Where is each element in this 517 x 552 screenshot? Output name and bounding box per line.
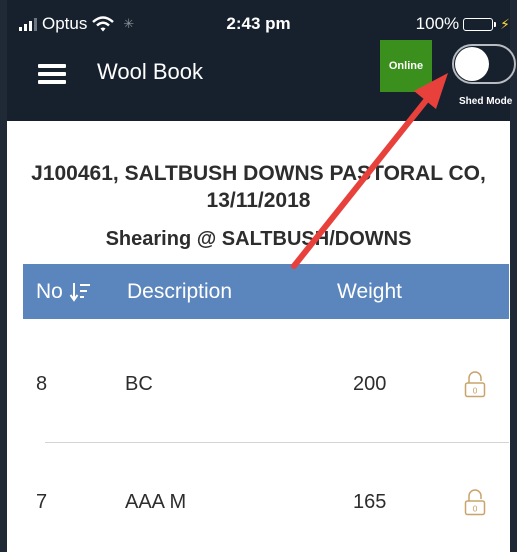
online-status-badge: Online <box>380 40 432 92</box>
row-divider <box>45 442 509 443</box>
sort-descending-icon <box>69 283 90 302</box>
battery-percent: 100% <box>415 14 460 33</box>
column-header-weight[interactable]: Weight <box>337 280 402 304</box>
status-bar: Optus ✳ 2:43 pm 100% ⚡ <box>7 0 510 50</box>
charging-icon: ⚡ <box>500 15 510 32</box>
hamburger-icon[interactable] <box>38 64 66 84</box>
job-subtitle: Shearing @ SALTBUSH/DOWNS <box>105 228 412 250</box>
row-no: 8 <box>36 373 48 395</box>
column-header-no-label: No <box>36 280 63 303</box>
status-right: 100% ⚡ <box>416 14 510 34</box>
column-header-description[interactable]: Description <box>127 280 232 304</box>
column-header-no[interactable]: No <box>36 280 91 304</box>
toggle-knob <box>455 47 489 81</box>
row-description: BC <box>125 373 153 395</box>
window-frame-left <box>0 0 7 552</box>
row-weight: 165 <box>353 491 387 513</box>
lock-count: 0 <box>472 387 477 396</box>
shed-mode-label: Shed Mode <box>459 96 513 107</box>
job-title: J100461, SALTBUSH DOWNS PASTORAL CO, 13/… <box>31 162 486 212</box>
lock-icon[interactable]: 0 <box>464 488 486 516</box>
lock-icon[interactable]: 0 <box>464 370 486 398</box>
table-header: No Description Weight <box>23 264 509 319</box>
table-row[interactable]: 8 BC 200 0 <box>23 335 509 435</box>
app-header: Wool Book Online Shed Mode <box>7 40 516 121</box>
lock-count: 0 <box>472 505 477 514</box>
battery-icon <box>463 17 497 31</box>
row-weight: 200 <box>353 373 387 395</box>
table-row[interactable]: 7 AAA M 165 0 <box>23 452 509 552</box>
app-title: Wool Book <box>97 59 203 84</box>
shed-mode-toggle[interactable] <box>452 44 516 84</box>
row-description: AAA M <box>125 491 187 513</box>
row-no: 7 <box>36 491 48 513</box>
window-frame-right <box>510 0 517 552</box>
